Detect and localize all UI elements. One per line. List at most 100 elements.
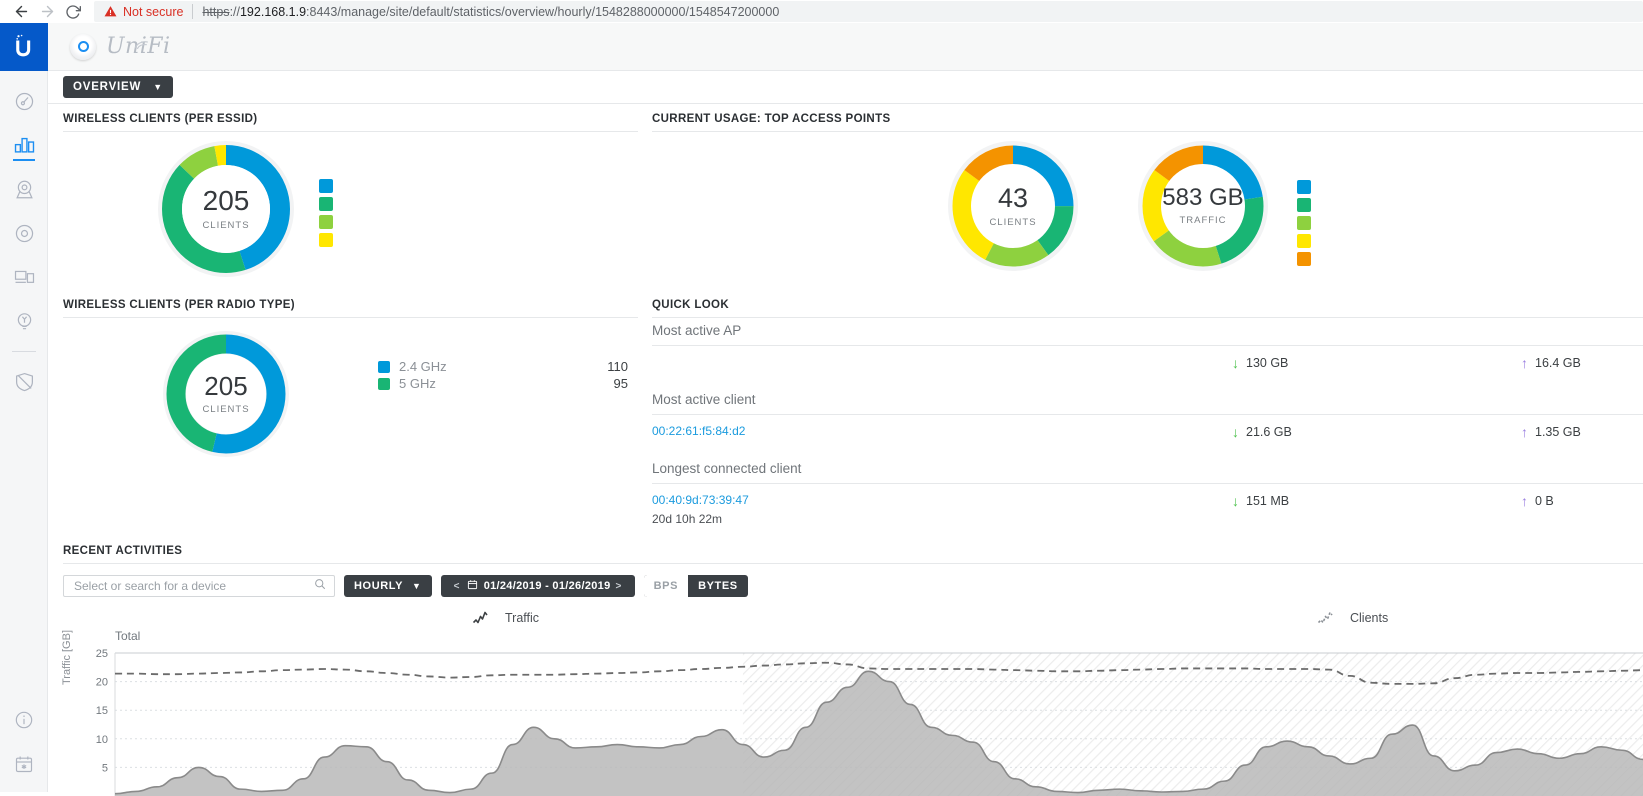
chevron-down-icon: ▼ <box>412 581 422 591</box>
forward-icon[interactable] <box>34 1 60 23</box>
legend-swatch[interactable] <box>1297 234 1311 248</box>
sidebar-item-info[interactable] <box>0 698 48 742</box>
panel-title-top-aps: CURRENT USAGE: TOP ACCESS POINTS <box>652 113 1643 131</box>
quick-look-upload: ↑ 0 B <box>1521 494 1554 508</box>
security-status-label: Not secure <box>123 5 183 19</box>
address-bar[interactable]: Not secure https://192.168.1.9:8443/mana… <box>94 1 1643 22</box>
essid-client-count: 205 <box>203 187 250 215</box>
svg-text:15: 15 <box>96 705 108 717</box>
shield-slash-icon <box>14 371 35 393</box>
panel-rule <box>63 563 1643 564</box>
map-pin-icon <box>14 179 35 200</box>
legend-swatch[interactable] <box>1297 180 1311 194</box>
radio-donut-chart[interactable]: 205 CLIENTS <box>163 331 289 457</box>
sidebar-item-threat-management[interactable] <box>0 360 48 404</box>
legend-swatch[interactable] <box>319 215 333 229</box>
legend-swatch[interactable] <box>1297 198 1311 212</box>
rail-bottom-items <box>0 698 48 786</box>
quick-look-value[interactable]: 00:22:61:f5:84:d2 <box>652 415 1643 438</box>
ubiquiti-u-logo[interactable] <box>0 23 48 71</box>
download-value: 130 GB <box>1246 356 1288 370</box>
legend-swatch[interactable] <box>319 197 333 211</box>
legend-traffic[interactable]: Traffic <box>473 611 539 625</box>
quick-look-label: Most active AP <box>652 318 1643 338</box>
legend-swatch[interactable] <box>319 179 333 193</box>
panel-title-quick-look: QUICK LOOK <box>652 299 1643 317</box>
ap-traffic-donut-chart[interactable]: 583 GB TRAFFIC <box>1138 141 1268 271</box>
section-tab-bar: OVERVIEW ▼ <box>48 71 1643 104</box>
essid-donut-chart[interactable]: 205 CLIENTS <box>158 141 294 277</box>
sidebar-item-devices[interactable] <box>0 211 48 255</box>
arrow-down-icon: ↓ <box>1232 425 1239 439</box>
unit-option-bytes[interactable]: BYTES <box>688 575 748 597</box>
url-path: /manage/site/default/statistics/overview… <box>337 5 779 19</box>
legend-swatch-24ghz <box>378 361 390 373</box>
recent-activities-chart[interactable]: Traffic Clients Total Traffic [GB] 51015… <box>63 611 1643 796</box>
url-scheme: https <box>202 5 229 19</box>
sidebar-item-clients[interactable] <box>0 255 48 299</box>
legend-value-5ghz: 95 <box>614 376 628 391</box>
sidebar-item-statistics[interactable] <box>0 123 48 167</box>
browser-toolbar: Not secure https://192.168.1.9:8443/mana… <box>0 0 1643 23</box>
legend-swatch[interactable] <box>1297 216 1311 230</box>
quick-look-value[interactable] <box>652 346 1643 355</box>
back-icon[interactable] <box>8 1 34 23</box>
sidebar-item-events[interactable] <box>0 742 48 786</box>
bar-chart-icon <box>14 136 35 155</box>
donut-center-label: 205 CLIENTS <box>182 165 270 253</box>
chevron-down-icon: ▼ <box>153 82 163 92</box>
panel-wireless-clients-essid: WIRELESS CLIENTS (PER ESSID) 205 CLIENTS <box>63 113 638 285</box>
quick-look-row-most-active-client: Most active client 00:22:61:f5:84:d2 ↓ 2… <box>652 387 1643 456</box>
date-prev-button[interactable]: < <box>449 581 465 592</box>
right-column: CURRENT USAGE: TOP ACCESS POINTS 43 CLIE… <box>652 113 1643 525</box>
url-host: 192.168.1.9 <box>240 5 306 19</box>
legend-traffic-label: Traffic <box>505 611 539 625</box>
panel-title-essid: WIRELESS CLIENTS (PER ESSID) <box>63 113 638 131</box>
omnibox-divider <box>192 4 193 19</box>
date-next-button[interactable]: > <box>611 581 627 592</box>
ap-clients-unit: CLIENTS <box>989 217 1036 228</box>
clients-sparkline-icon <box>1318 611 1340 625</box>
quick-look-value[interactable]: 00:40:9d:73:39:47 <box>652 484 1643 507</box>
legend-row[interactable]: 5 GHz 95 <box>378 375 628 392</box>
legend-swatch[interactable] <box>1297 252 1311 266</box>
ap-traffic-unit: TRAFFIC <box>1179 215 1226 226</box>
unit-option-bps[interactable]: BPS <box>644 575 688 597</box>
dashboard-content: WIRELESS CLIENTS (PER ESSID) 205 CLIENTS <box>48 104 1643 792</box>
ap-clients-donut-chart[interactable]: 43 CLIENTS <box>948 141 1078 271</box>
quick-look-label: Longest connected client <box>652 456 1643 476</box>
sidebar-item-insights[interactable] <box>0 299 48 343</box>
interval-dropdown[interactable]: HOURLY ▼ <box>344 575 432 597</box>
ap-clients-count: 43 <box>998 185 1028 212</box>
legend-clients[interactable]: Clients <box>1318 611 1388 625</box>
search-icon[interactable] <box>314 577 326 595</box>
url-port: :8443 <box>306 5 337 19</box>
access-point-ring <box>78 41 89 52</box>
radio-legend: 2.4 GHz 110 5 GHz 95 <box>378 358 628 392</box>
quick-look-duration: 20d 10h 22m <box>652 507 1643 526</box>
upload-value: 1.35 GB <box>1535 425 1581 439</box>
traffic-sparkline-icon <box>473 611 495 625</box>
device-search-box[interactable] <box>63 575 335 597</box>
overview-dropdown[interactable]: OVERVIEW ▼ <box>63 76 173 98</box>
essid-client-unit: CLIENTS <box>202 220 249 231</box>
arrow-down-icon: ↓ <box>1232 494 1239 508</box>
search-input[interactable] <box>72 578 314 594</box>
sidebar-item-dashboard[interactable] <box>0 79 48 123</box>
reload-icon[interactable] <box>60 1 86 23</box>
sidebar-item-map[interactable] <box>0 167 48 211</box>
monitor-devices-icon <box>14 268 35 287</box>
radio-donut-area: 205 CLIENTS 2.4 GHz 110 5 GHz 95 <box>63 318 638 478</box>
legend-swatch[interactable] <box>319 233 333 247</box>
legend-row[interactable]: 2.4 GHz 110 <box>378 358 628 375</box>
left-nav-rail <box>0 23 48 792</box>
date-range-picker[interactable]: < 01/24/2019 - 01/26/2019 > <box>441 575 635 597</box>
date-range-label: 01/24/2019 - 01/26/2019 <box>484 580 611 592</box>
chart-total-label: Total <box>115 629 140 643</box>
donut-center-label: 583 GB TRAFFIC <box>1161 164 1245 248</box>
rail-item-list <box>0 71 47 404</box>
circle-device-icon <box>14 223 35 244</box>
download-value: 151 MB <box>1246 494 1289 508</box>
panel-recent-activities: RECENT ACTIVITIES HOURLY ▼ < 01/24/2019 … <box>63 545 1643 597</box>
radio-client-count: 205 <box>204 373 247 399</box>
